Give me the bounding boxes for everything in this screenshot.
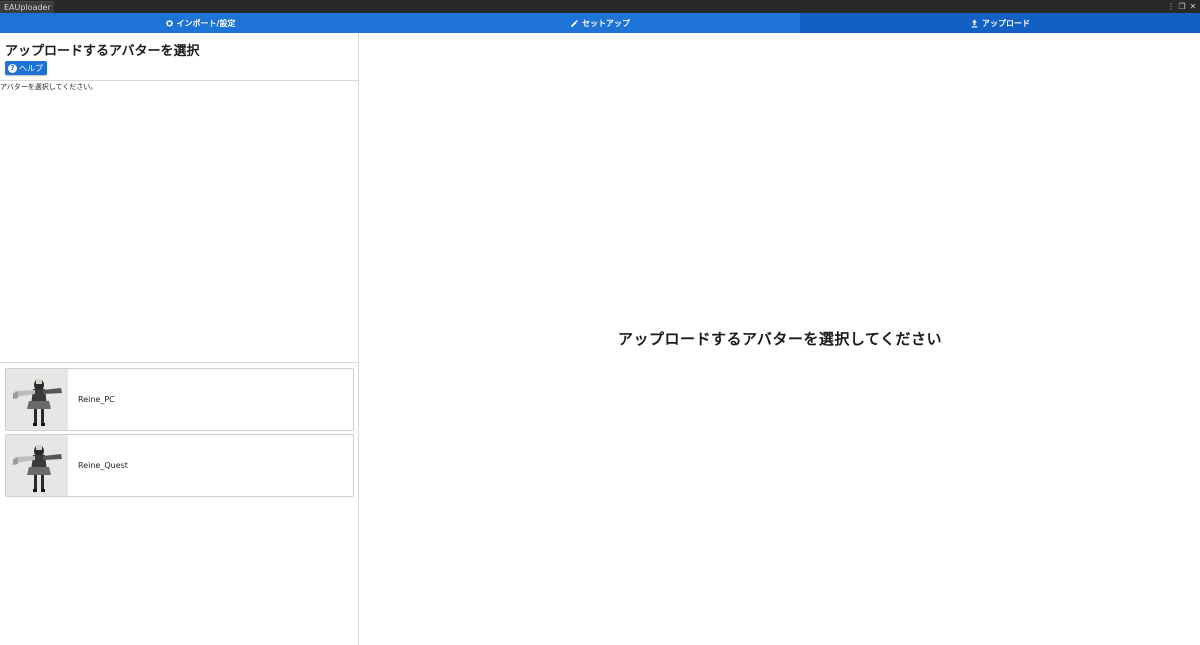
pencil-icon bbox=[570, 19, 579, 28]
instruction-text: アバターを選択してください。 bbox=[0, 83, 98, 91]
main-tab-bar: インポート/設定 セットアップ アップロード bbox=[0, 13, 1200, 33]
avatar-selection-panel: アップロードするアバターを選択 ? ヘルプ アバターを選択してください。 Rei… bbox=[0, 33, 359, 645]
tab-setup[interactable]: セットアップ bbox=[400, 13, 800, 33]
window-controls: ⋮ ❐ ✕ bbox=[1167, 0, 1197, 13]
help-button-label: ヘルプ bbox=[19, 63, 43, 73]
close-icon[interactable]: ✕ bbox=[1189, 0, 1197, 13]
avatar-figure-icon bbox=[13, 444, 62, 492]
upload-main-area: アップロードするアバターを選択してください bbox=[360, 33, 1200, 645]
avatar-thumbnail bbox=[6, 435, 68, 496]
empty-state-message: アップロードするアバターを選択してください bbox=[617, 329, 942, 348]
question-circle-icon: ? bbox=[8, 63, 17, 73]
avatar-figure-icon bbox=[13, 378, 62, 426]
tab-label: アップロード bbox=[982, 18, 1030, 28]
help-button[interactable]: ? ヘルプ bbox=[5, 61, 47, 75]
tab-import-settings[interactable]: インポート/設定 bbox=[0, 13, 400, 33]
page-title: アップロードするアバターを選択 bbox=[5, 44, 200, 59]
avatar-list-item[interactable]: Reine_Quest bbox=[5, 434, 354, 497]
window-titlebar: EAUploader ⋮ ❐ ✕ bbox=[0, 0, 1200, 13]
avatar-list-item[interactable]: Reine_PC bbox=[5, 368, 354, 431]
avatar-thumbnail bbox=[6, 369, 68, 430]
tab-label: セットアップ bbox=[582, 18, 630, 28]
divider bbox=[0, 362, 359, 363]
avatar-name: Reine_PC bbox=[78, 395, 115, 404]
avatar-name: Reine_Quest bbox=[78, 461, 128, 470]
tab-upload[interactable]: アップロード bbox=[800, 13, 1200, 33]
window-tab[interactable]: EAUploader bbox=[0, 1, 54, 13]
more-options-icon[interactable]: ⋮ bbox=[1167, 0, 1175, 13]
upload-icon bbox=[970, 19, 979, 28]
gear-icon bbox=[165, 19, 174, 28]
maximize-icon[interactable]: ❐ bbox=[1178, 0, 1186, 13]
divider bbox=[0, 80, 359, 81]
tab-label: インポート/設定 bbox=[176, 18, 236, 28]
